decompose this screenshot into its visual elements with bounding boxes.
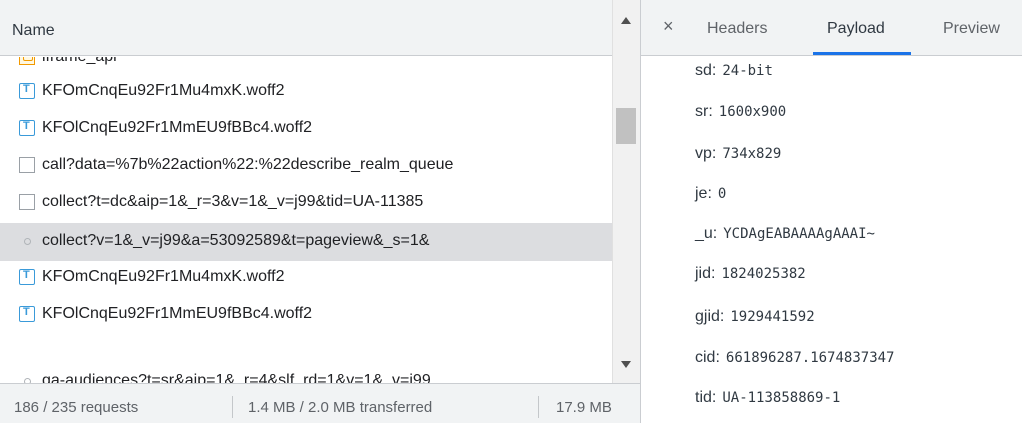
param-value: 0 — [717, 186, 727, 202]
tab-headers[interactable]: Headers — [707, 20, 767, 38]
document-icon — [19, 194, 35, 210]
request-name: collect?t=dc&aip=1&_r=3&v=1&_v=j99&tid=U… — [42, 193, 424, 210]
param-value: 734x829 — [722, 146, 782, 162]
request-name: ga-audiences?t=sr&aip=1&_r=4&slf_rd=1&v=… — [42, 372, 431, 383]
active-tab-indicator — [813, 52, 911, 55]
font-icon — [19, 269, 35, 285]
request-row-selected[interactable]: collect?v=1&_v=j99&a=53092589&t=pageview… — [0, 223, 612, 261]
payload-param: sr: 1600x900 — [695, 103, 786, 121]
ping-icon — [19, 373, 35, 383]
ping-icon — [19, 233, 35, 249]
arrow-up-icon — [621, 17, 631, 24]
script-icon — [19, 57, 35, 65]
param-key: sr: — [695, 103, 713, 120]
request-row[interactable]: KFOlCnqEu92Fr1MmEU9fBBc4.woff2 — [0, 112, 612, 146]
transferred-size: 1.4 MB / 2.0 MB transferred — [248, 399, 433, 416]
resources-size: 17.9 MB — [556, 399, 612, 416]
payload-param: _u: YCDAgEABAAAAgAAAI~ — [695, 225, 875, 243]
param-value: YCDAgEABAAAAgAAAI~ — [723, 226, 875, 242]
payload-param: vp: 734x829 — [695, 145, 781, 163]
requests-count: 186 / 235 requests — [14, 399, 139, 416]
request-row[interactable]: ga-audiences?t=sr&aip=1&_r=4&slf_rd=1&v=… — [0, 365, 612, 383]
request-row[interactable]: collect?t=dc&aip=1&_r=3&v=1&_v=j99&tid=U… — [0, 186, 612, 220]
param-value: 1824025382 — [721, 266, 806, 282]
request-row[interactable]: call?data=%7b%22action%22:%22describe_re… — [0, 149, 612, 183]
payload-param: sd: 24-bit — [695, 62, 773, 80]
font-icon — [19, 306, 35, 322]
request-row[interactable]: KFOmCnqEu92Fr1Mu4mxK.woff2 — [0, 75, 612, 109]
status-bar: 186 / 235 requests 1.4 MB / 2.0 MB trans… — [0, 383, 640, 423]
param-value: 1600x900 — [718, 104, 787, 120]
font-icon — [19, 83, 35, 99]
status-separator — [232, 396, 233, 418]
name-column-header[interactable]: Name — [0, 0, 612, 56]
param-key: jid: — [695, 265, 716, 282]
name-column-label: Name — [12, 22, 55, 39]
document-icon — [19, 157, 35, 173]
payload-param: gjid: 1929441592 — [695, 308, 815, 326]
param-key: vp: — [695, 145, 717, 162]
status-separator — [538, 396, 539, 418]
tab-preview[interactable]: Preview — [943, 20, 1000, 38]
close-icon[interactable]: × — [663, 16, 674, 37]
details-pane: × Headers Payload Preview sd: 24-bit sr: 1… — [641, 0, 1022, 423]
param-key: tid: — [695, 389, 717, 406]
param-value: 24-bit — [722, 63, 773, 79]
font-icon — [19, 120, 35, 136]
payload-param: jid: 1824025382 — [695, 265, 806, 283]
request-name: iframe_api — [42, 57, 117, 66]
details-tabbar: × Headers Payload Preview — [641, 0, 1022, 56]
vertical-scrollbar[interactable] — [612, 0, 640, 383]
param-value: 661896287.1674837347 — [725, 350, 895, 366]
request-row[interactable]: iframe_api — [0, 57, 612, 75]
request-name: KFOlCnqEu92Fr1MmEU9fBBc4.woff2 — [42, 305, 313, 322]
param-key: je: — [695, 185, 712, 202]
param-key: gjid: — [695, 308, 725, 325]
scroll-up-button[interactable] — [612, 12, 640, 32]
request-name: collect?v=1&_v=j99&a=53092589&t=pageview… — [42, 232, 430, 249]
scroll-down-button[interactable] — [612, 355, 640, 375]
param-value: 1929441592 — [730, 309, 815, 325]
payload-param: tid: UA-113858869-1 — [695, 389, 840, 407]
request-name: KFOmCnqEu92Fr1Mu4mxK.woff2 — [42, 268, 285, 285]
param-key: sd: — [695, 62, 717, 79]
param-key: _u: — [695, 225, 718, 242]
scroll-thumb[interactable] — [616, 108, 636, 144]
param-value: UA-113858869-1 — [722, 390, 841, 406]
request-name: call?data=%7b%22action%22:%22describe_re… — [42, 156, 454, 173]
payload-param: je: 0 — [695, 185, 726, 203]
request-list-pane: Name iframe_api KFOmCnqEu92Fr1Mu4mxK.wof… — [0, 0, 640, 423]
request-name: KFOmCnqEu92Fr1Mu4mxK.woff2 — [42, 82, 285, 99]
request-row[interactable]: KFOlCnqEu92Fr1MmEU9fBBc4.woff2 — [0, 298, 612, 332]
request-row[interactable]: KFOmCnqEu92Fr1Mu4mxK.woff2 — [0, 261, 612, 295]
arrow-down-icon — [621, 361, 631, 368]
request-rows: iframe_api KFOmCnqEu92Fr1Mu4mxK.woff2 KF… — [0, 57, 612, 383]
request-name: KFOlCnqEu92Fr1MmEU9fBBc4.woff2 — [42, 119, 313, 136]
payload-param: cid: 661896287.1674837347 — [695, 349, 894, 367]
tab-payload[interactable]: Payload — [827, 20, 885, 38]
param-key: cid: — [695, 349, 720, 366]
